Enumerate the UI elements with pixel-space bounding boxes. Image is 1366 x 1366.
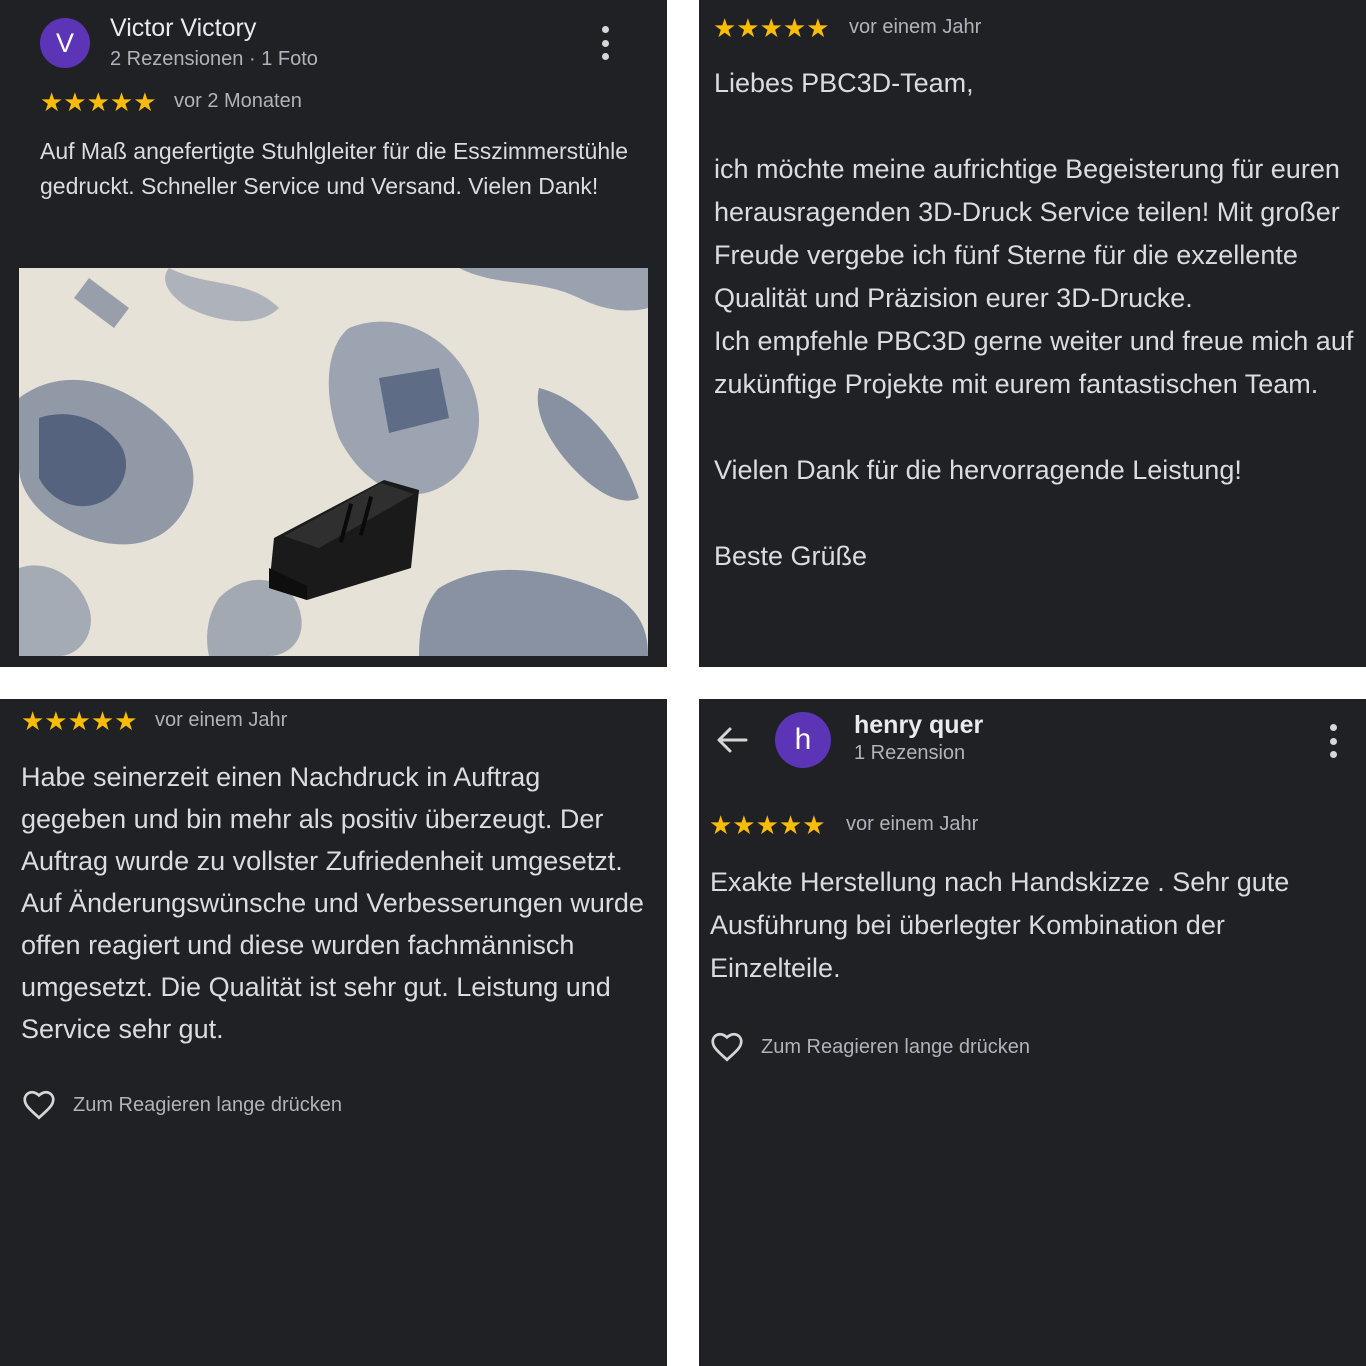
avatar[interactable]: h [775, 712, 831, 768]
review-card-victor: V Victor Victory 2 Rezensionen · 1 Foto … [0, 0, 667, 667]
review-card-nachdruck: ★★★★★ vor einem Jahr Habe seinerzeit ein… [0, 699, 667, 1366]
react-button[interactable]: Zum Reagieren lange drücken [709, 1029, 1030, 1065]
photo-3d-printed-chair-glide [19, 268, 648, 656]
review-paragraph: Vielen Dank für die hervorragende Leistu… [714, 455, 1242, 485]
more-vert-icon[interactable] [601, 26, 609, 60]
react-label: Zum Reagieren lange drücken [73, 1093, 343, 1116]
review-paragraph: ich möchte meine aufrichtige Begeisterun… [714, 154, 1340, 313]
heart-outline-icon [23, 1090, 55, 1120]
star-rating: ★★★★★ [713, 13, 830, 43]
review-date: vor einem Jahr [155, 709, 288, 731]
review-text: Auf Maß angefertigte Stuhlgleiter für di… [40, 138, 629, 199]
review-date: vor einem Jahr [849, 16, 982, 38]
author-meta: 2 Rezensionen · 1 Foto [110, 48, 318, 70]
review-card-long: ★★★★★ vor einem Jahr Liebes PBC3D-Team, … [699, 0, 1366, 667]
star-rating: ★★★★★ [709, 810, 826, 840]
review-paragraph: Liebes PBC3D-Team, [714, 68, 974, 98]
author-meta: 1 Rezension [854, 742, 966, 764]
back-arrow-icon[interactable] [715, 725, 749, 755]
author-name[interactable]: Victor Victory [110, 14, 256, 43]
author-name[interactable]: henry quer [854, 711, 983, 740]
review-text: Liebes PBC3D-Team, ich möchte meine aufr… [714, 62, 1354, 578]
react-button[interactable]: Zum Reagieren lange drücken [21, 1087, 342, 1123]
review-text: Exakte Herstellung nach Handskizze . Seh… [710, 867, 1290, 983]
review-date: vor einem Jahr [846, 813, 979, 835]
review-photo[interactable] [19, 268, 648, 656]
more-vert-icon[interactable] [1329, 724, 1337, 758]
review-card-henry: h henry quer 1 Rezension ★★★★★ vor einem… [699, 699, 1366, 1366]
review-date: vor 2 Monaten [174, 90, 302, 112]
review-text: Habe seinerzeit einen Nachdruck in Auftr… [21, 762, 644, 1044]
avatar[interactable]: V [40, 18, 90, 68]
review-paragraph: Beste Grüße [714, 541, 868, 571]
react-label: Zum Reagieren lange drücken [761, 1035, 1031, 1058]
star-rating: ★★★★★ [40, 87, 157, 117]
heart-outline-icon [711, 1032, 743, 1062]
star-rating: ★★★★★ [21, 706, 138, 736]
review-paragraph: Ich empfehle PBC3D gerne weiter und freu… [714, 326, 1354, 399]
